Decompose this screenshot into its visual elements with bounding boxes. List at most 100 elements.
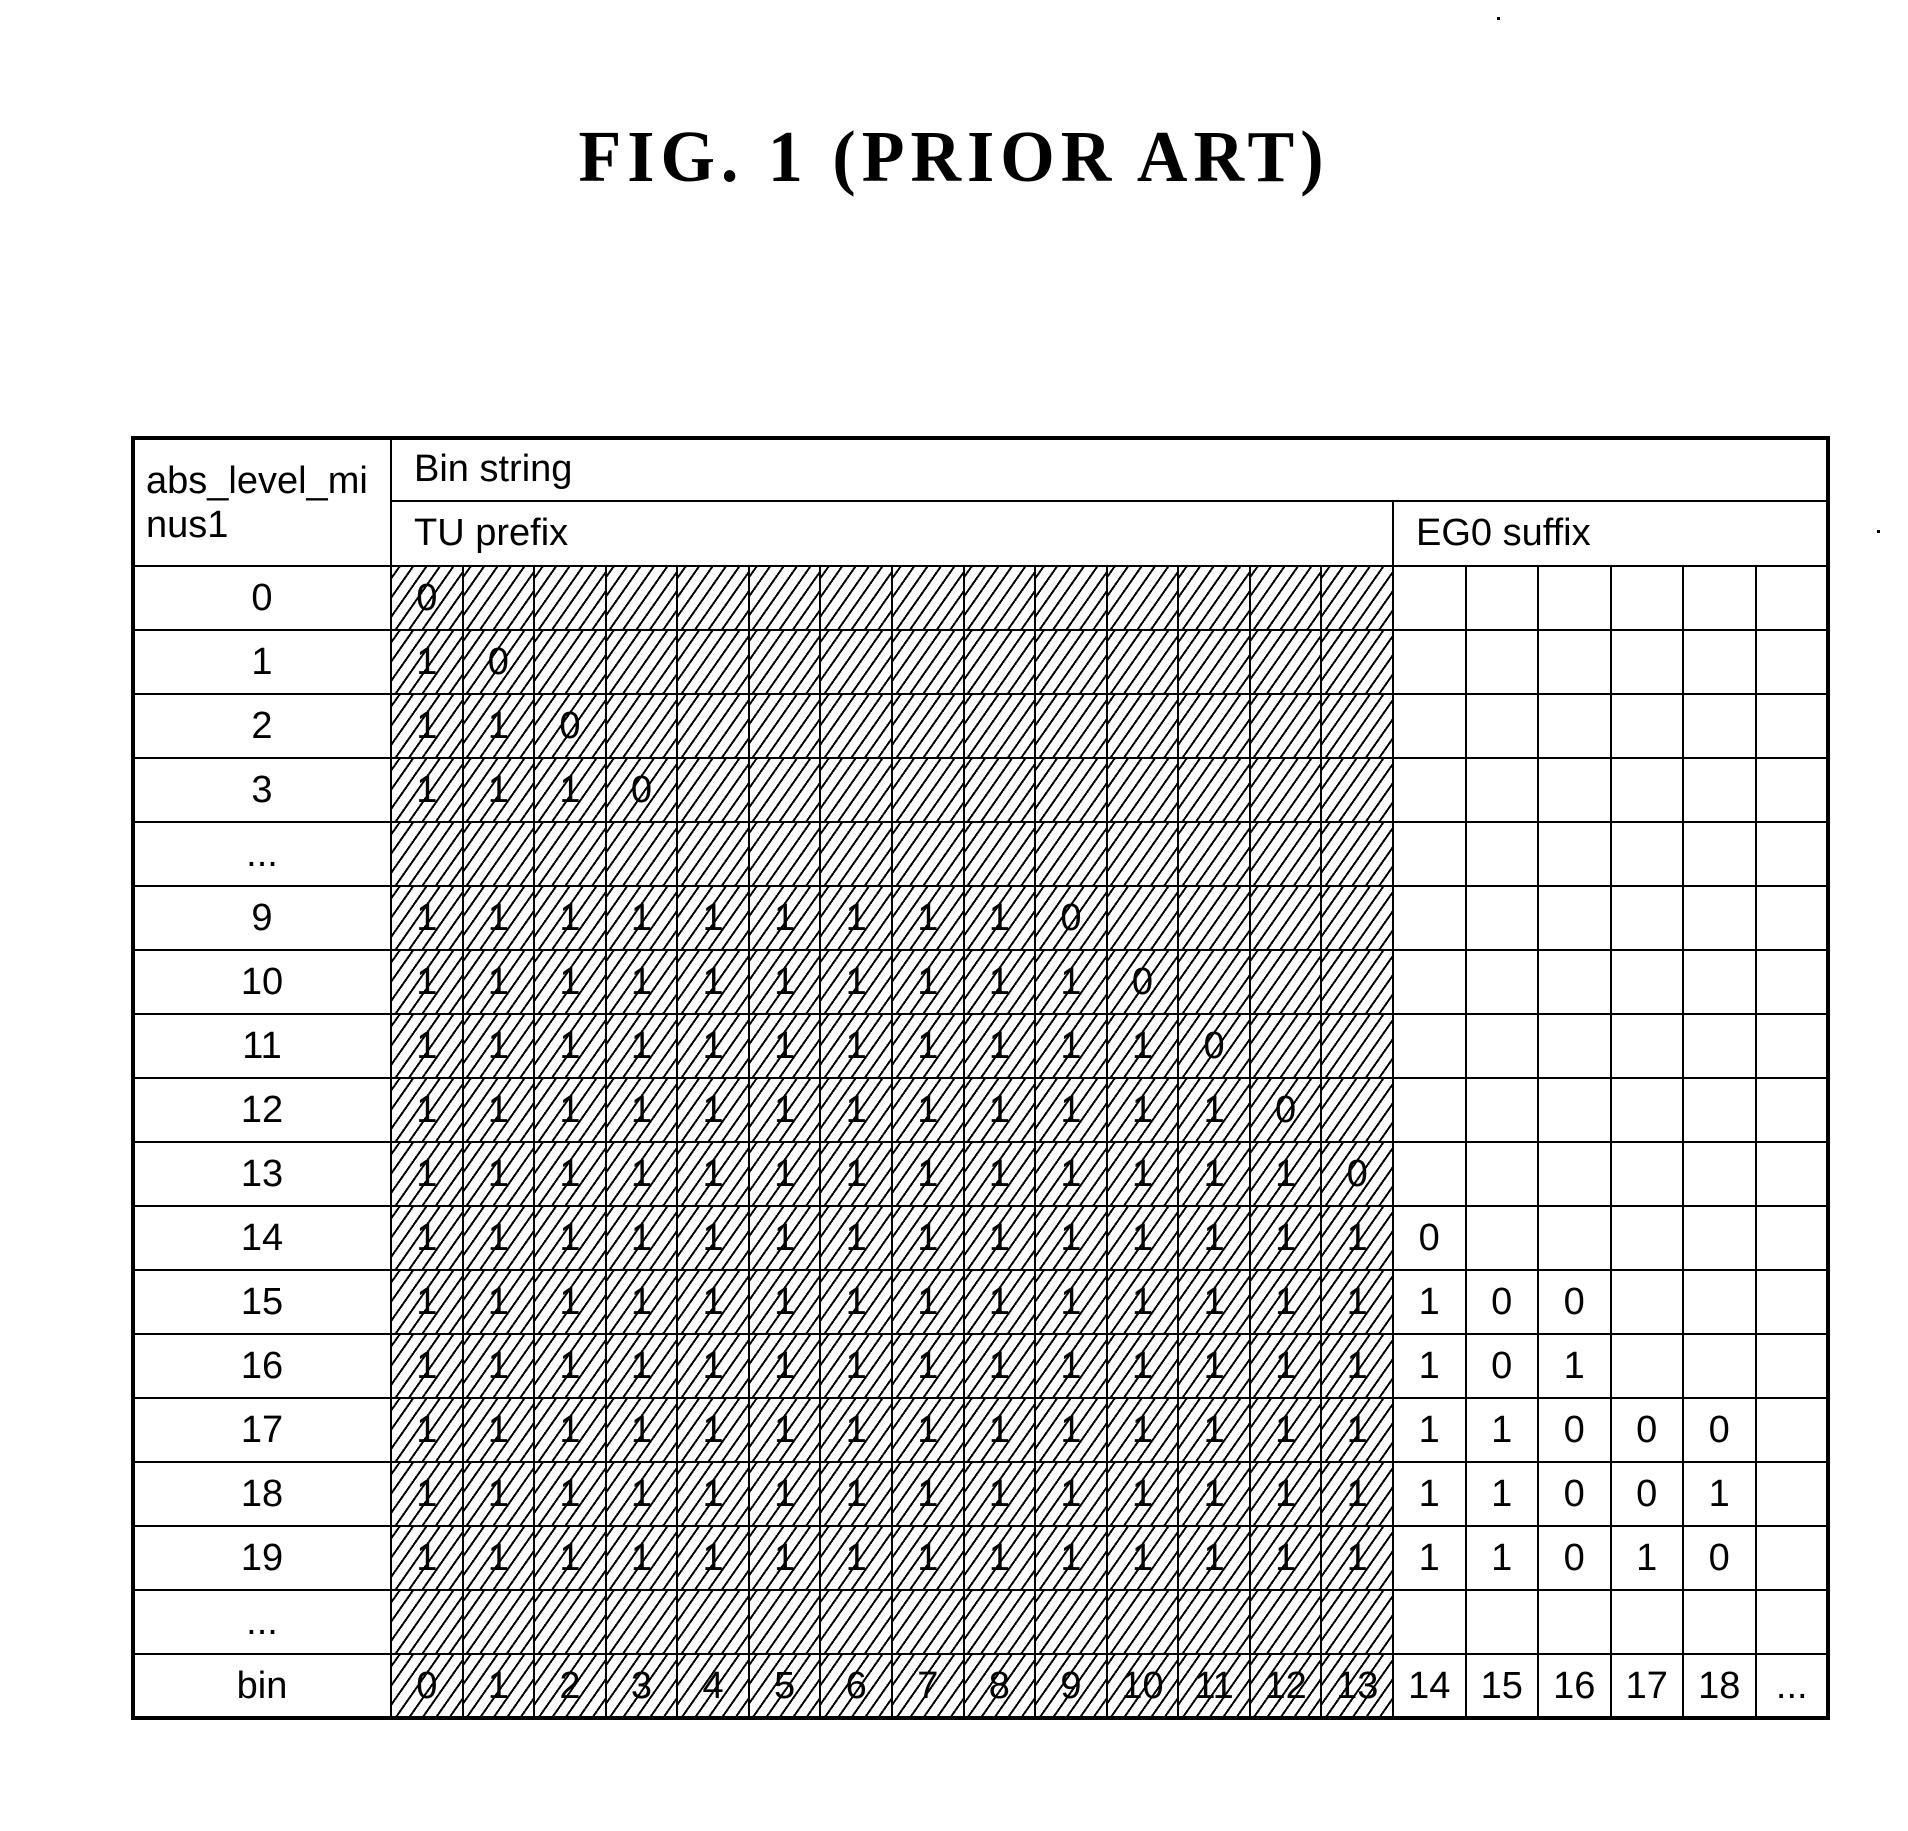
bin-value: 1 (774, 1408, 796, 1451)
tu-prefix-cell (1034, 1589, 1108, 1655)
bin-value: 1 (416, 1152, 438, 1195)
bin-value: 15 (1480, 1664, 1523, 1707)
tu-prefix-cell: 1 (962, 1269, 1037, 1335)
tu-prefix-cell (891, 757, 965, 823)
bin-value: 1 (1203, 1216, 1225, 1259)
tu-prefix-cell: 1 (390, 1141, 464, 1207)
eg0-suffix-cell (1609, 949, 1684, 1015)
bin-value: 1 (487, 1536, 509, 1579)
tu-prefix-cell (604, 1589, 679, 1655)
bin-value: 1 (774, 1216, 796, 1259)
bin-value: 1 (416, 1472, 438, 1515)
tu-prefix-cell (1248, 565, 1323, 631)
tu-prefix-cell: 0 (1248, 1077, 1323, 1143)
tu-prefix-cell: 0 (461, 629, 536, 695)
bin-value: 1 (1131, 1472, 1154, 1515)
bin-value: 6 (845, 1664, 867, 1707)
bin-value: 1 (702, 1216, 724, 1259)
bin-value: 1 (1060, 1280, 1082, 1323)
bin-value: 1 (702, 896, 724, 939)
bin-value: 0 (1708, 1536, 1730, 1579)
tu-prefix-cell: 1 (461, 1141, 536, 1207)
bin-value: 1 (1346, 1536, 1368, 1579)
bin-value: 1 (416, 960, 438, 1003)
bin-value: 1 (416, 1536, 438, 1579)
bin-value: 2 (559, 1664, 581, 1707)
tu-prefix-cell: 1 (533, 757, 607, 823)
bin-value: 1 (1131, 1088, 1154, 1131)
tu-prefix-cell: 1 (1105, 1013, 1180, 1079)
bin-value: 1 (630, 1024, 653, 1067)
tu-prefix-cell: 1 (1105, 1461, 1180, 1527)
eg0-suffix-cell: 18 (1682, 1653, 1757, 1719)
eg0-suffix-cell (1464, 821, 1539, 887)
tu-prefix-cell: 1 (891, 949, 965, 1015)
tu-prefix-cell: 0 (533, 693, 607, 759)
eg0-suffix-cell (1754, 1525, 1829, 1591)
tu-prefix-cell: 1 (533, 1461, 607, 1527)
eg0-suffix-cell (1682, 885, 1757, 951)
bin-value: 0 (416, 1664, 438, 1707)
eg0-suffix-cell: 0 (1682, 1525, 1757, 1591)
eg0-suffix-cell: 0 (1537, 1269, 1612, 1335)
tu-prefix-cell: 1 (390, 693, 464, 759)
bin-value: 1 (487, 768, 509, 811)
row-label-text: 18 (240, 1472, 284, 1515)
eg0-suffix-cell (1537, 1077, 1612, 1143)
eg0-suffix-cell: 14 (1392, 1653, 1467, 1719)
bin-value: 1 (416, 896, 438, 939)
eg0-suffix-cell (1537, 565, 1612, 631)
bin-value: 1 (416, 704, 438, 747)
eg0-suffix-cell (1537, 1141, 1612, 1207)
tu-prefix-cell: 1 (461, 1205, 536, 1271)
tu-prefix-cell (676, 629, 750, 695)
eg0-suffix-cell (1392, 885, 1467, 951)
tu-prefix-cell: 1 (747, 1397, 822, 1463)
bin-value: 0 (1708, 1408, 1730, 1451)
eg0-suffix-cell (1392, 1013, 1467, 1079)
bin-value: 1 (1275, 1472, 1297, 1515)
tu-prefix-cell: 1 (962, 949, 1037, 1015)
eg0-suffix-cell (1682, 1013, 1757, 1079)
bin-value: 1 (702, 960, 724, 1003)
tu-prefix-cell (1177, 693, 1251, 759)
tu-prefix-cell: 1 (1177, 1269, 1251, 1335)
bin-value: ... (1775, 1664, 1808, 1707)
tu-prefix-cell (1105, 565, 1180, 631)
tu-prefix-cell (1320, 821, 1394, 887)
bin-value: 1 (988, 1216, 1010, 1259)
eg0-suffix-cell (1754, 1333, 1829, 1399)
tu-prefix-label: TU prefix (414, 512, 569, 554)
bin-value: 1 (416, 640, 438, 683)
eg0-suffix-cell (1609, 1589, 1684, 1655)
bin-value: 1 (416, 768, 438, 811)
bin-value: 1 (702, 1088, 724, 1131)
bin-value: 1 (1060, 960, 1082, 1003)
tu-prefix-cell (819, 693, 893, 759)
tu-prefix-cell: 1 (1177, 1525, 1251, 1591)
bin-value: 0 (1060, 896, 1082, 939)
bin-value: 1 (702, 1344, 724, 1387)
tu-prefix-cell (1248, 885, 1323, 951)
tu-prefix-cell: 1 (1034, 1013, 1108, 1079)
bin-value: 1 (845, 960, 867, 1003)
tu-prefix-cell: 1 (390, 757, 464, 823)
tu-prefix-cell: 1 (1248, 1333, 1323, 1399)
bin-value: 1 (988, 1024, 1010, 1067)
tu-prefix-cell (1177, 629, 1251, 695)
bin-value: 1 (1203, 1536, 1225, 1579)
bin-value: 11 (1194, 1664, 1234, 1707)
tu-prefix-cell: 1 (819, 1141, 893, 1207)
tu-prefix-cell: 1 (819, 1205, 893, 1271)
tu-prefix-cell: 1 (390, 1333, 464, 1399)
tu-prefix-cell: 1 (676, 885, 750, 951)
tu-prefix-cell: 1 (1320, 1397, 1394, 1463)
eg0-suffix-cell (1392, 1141, 1467, 1207)
row-label-text: 19 (240, 1536, 284, 1579)
bin-value: 1 (559, 768, 581, 811)
tu-prefix-cell (1320, 757, 1394, 823)
row-label: 2 (132, 693, 392, 759)
tu-prefix-cell (962, 1589, 1037, 1655)
tu-prefix-cell: 1 (1034, 1077, 1108, 1143)
eg0-suffix-cell (1537, 821, 1612, 887)
